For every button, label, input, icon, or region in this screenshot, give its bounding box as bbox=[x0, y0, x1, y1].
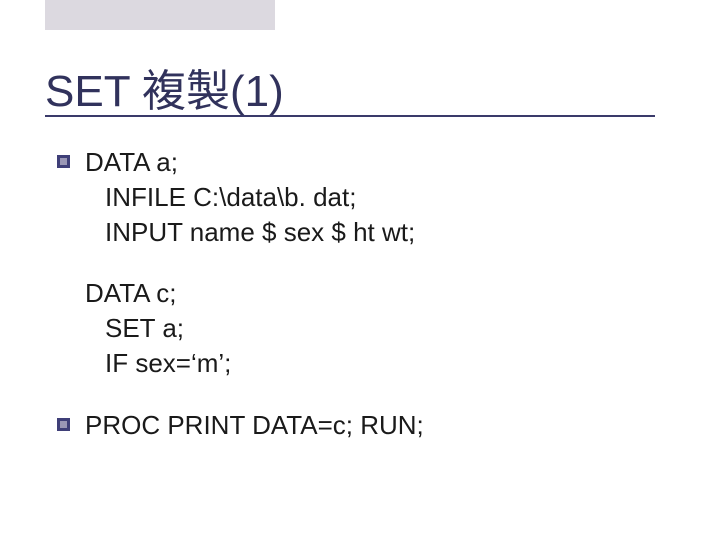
code-line: SET a; bbox=[85, 311, 665, 346]
code-block-1: DATA a; INFILE C:\data\b. dat; INPUT nam… bbox=[85, 145, 665, 250]
slide: SET 複製(1) DATA a; INFILE C:\data\b. dat;… bbox=[0, 0, 720, 540]
code-text: PROC PRINT DATA=c; RUN; bbox=[85, 410, 424, 440]
diamond-bullet-icon bbox=[57, 155, 70, 168]
code-text: DATA a; bbox=[85, 147, 178, 177]
code-line: IF sex=‘m’; bbox=[85, 346, 665, 381]
diamond-bullet-icon bbox=[57, 418, 70, 431]
code-line: PROC PRINT DATA=c; RUN; bbox=[85, 408, 665, 443]
code-line: INFILE C:\data\b. dat; bbox=[85, 180, 665, 215]
code-block-2: DATA c; SET a; IF sex=‘m’; bbox=[85, 276, 665, 381]
top-accent-bar bbox=[45, 0, 275, 30]
title-underline bbox=[45, 115, 655, 117]
code-line: DATA c; bbox=[85, 276, 665, 311]
slide-title: SET 複製(1) bbox=[45, 55, 284, 119]
code-line: INPUT name $ sex $ ht wt; bbox=[85, 215, 665, 250]
code-line: DATA a; bbox=[85, 145, 665, 180]
slide-body: DATA a; INFILE C:\data\b. dat; INPUT nam… bbox=[85, 145, 665, 469]
code-block-3: PROC PRINT DATA=c; RUN; bbox=[85, 408, 665, 443]
